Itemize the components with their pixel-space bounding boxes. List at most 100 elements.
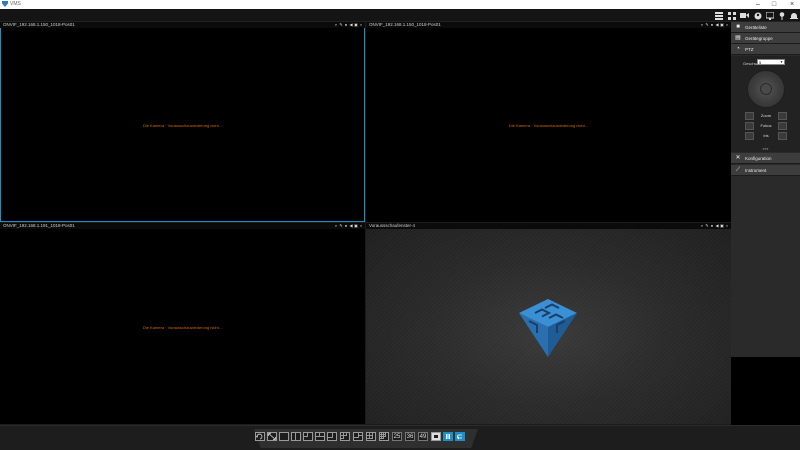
app-logo-icon: [2, 1, 8, 7]
layout-8-button[interactable]: [353, 432, 363, 441]
pane-header: ONVIF_192.168.1.191_1018-Pos01 ⌕ ✎ ● ◀ ▣…: [0, 223, 365, 229]
close-icon[interactable]: ×: [786, 0, 798, 9]
layout-36-button[interactable]: 36: [405, 432, 415, 441]
pane-tools: ⌕ ✎ ● ◀ ▣ ×: [700, 223, 729, 229]
back-icon[interactable]: [455, 432, 465, 441]
video-pane-1[interactable]: ONVIF_192.168.1.150_1018-Pos01 ⌕ ✎ ● ◀ ▣…: [0, 22, 365, 222]
pane-header: ONVIF_192.168.1.150_1018-Pos01 ⌕ ✎ ● ◀ ▣…: [366, 22, 731, 28]
layout-9-button[interactable]: [366, 432, 376, 441]
layout-25-button[interactable]: 25: [392, 432, 402, 441]
pause-icon[interactable]: [443, 432, 453, 441]
ptz-center-button[interactable]: [760, 83, 772, 95]
wrench-icon: ✕: [735, 155, 741, 161]
pane-title: ONVIF_192.168.1.150_1018-Pos01: [3, 22, 75, 27]
layout-6-button[interactable]: [340, 432, 350, 441]
maximize-icon[interactable]: □: [768, 0, 780, 9]
audio-icon[interactable]: ◀: [349, 223, 353, 229]
search-icon[interactable]: ⌕: [700, 223, 704, 229]
video-pane-2[interactable]: ONVIF_192.168.1.150_1018-Pos01 ⌕ ✎ ● ◀ ▣…: [366, 22, 731, 222]
search-icon[interactable]: ⌕: [334, 22, 338, 28]
search-icon[interactable]: ⌕: [334, 223, 338, 229]
chevron-down-icon: ▼: [780, 60, 783, 64]
speed-select[interactable]: 5 ▼: [757, 59, 785, 65]
pane-tools: ⌕ ✎ ● ◀ ▣ ×: [334, 223, 363, 229]
layout-grid-icon[interactable]: [727, 11, 736, 20]
layout-5-button[interactable]: [327, 432, 337, 441]
ptz-more-label[interactable]: PTZ: [731, 147, 800, 151]
pane-header: Voraussschaufenster-4 ⌕ ✎ ● ◀ ▣ ×: [366, 223, 731, 229]
camera-icon: ■: [736, 24, 740, 30]
custom-layout-icon[interactable]: [431, 432, 441, 441]
iris-close-button[interactable]: [745, 132, 754, 140]
main-toolbar: [0, 9, 800, 22]
brand-logo-icon: [519, 299, 577, 357]
layout-list-icon[interactable]: [714, 11, 723, 20]
pane-title: ONVIF_192.168.1.191_1018-Pos01: [3, 223, 75, 228]
layout-2-button[interactable]: [291, 432, 301, 441]
record-icon[interactable]: ●: [710, 223, 714, 229]
bottom-layout-bar: 25 36 49: [0, 425, 800, 450]
sidebar-item-instrument[interactable]: ⟋ Instrument: [731, 165, 800, 176]
layout-16-button[interactable]: [379, 432, 389, 441]
tool-icon: ⟋: [735, 167, 741, 173]
snapshot-icon[interactable]: ▣: [354, 22, 358, 28]
record-icon[interactable]: ●: [710, 22, 714, 28]
zoom-out-button[interactable]: [745, 112, 754, 120]
edit-icon[interactable]: ✎: [339, 223, 343, 229]
pane-title: ONVIF_192.168.1.150_1018-Pos01: [369, 22, 441, 27]
record-icon[interactable]: ●: [344, 22, 348, 28]
video-pane-4[interactable]: Voraussschaufenster-4 ⌕ ✎ ● ◀ ▣ ×: [366, 223, 731, 424]
pane-message: Die Kamera · Vorausschauwiederung nicht.…: [142, 325, 223, 330]
focus-far-button[interactable]: [778, 122, 787, 130]
sidebar-item-device-group[interactable]: ▤ Gerätegruppe: [731, 33, 800, 44]
sidebar-item-device-list[interactable]: ■ Geräteliste: [731, 22, 800, 33]
snapshot-icon[interactable]: ▣: [720, 22, 724, 28]
focus-row: Fokus: [745, 122, 787, 130]
zoom-in-button[interactable]: [778, 112, 787, 120]
audio-icon[interactable]: ◀: [715, 223, 719, 229]
minimize-icon[interactable]: –: [752, 0, 764, 9]
edit-icon[interactable]: ✎: [705, 223, 709, 229]
ptz-control-panel: Geschw. 5 ▼ Zoom Fokus Iris PTZ: [731, 56, 800, 152]
panel-empty-area: [731, 357, 800, 425]
user-icon[interactable]: [753, 11, 762, 20]
monitor-icon[interactable]: [765, 11, 774, 20]
close-icon[interactable]: ×: [725, 22, 729, 28]
pane-tools: ⌕ ✎ ● ◀ ▣ ×: [700, 22, 729, 28]
window-title-bar: VMS – □ ×: [0, 0, 800, 9]
group-icon: ▤: [735, 35, 741, 41]
iris-open-button[interactable]: [778, 132, 787, 140]
close-icon[interactable]: ×: [725, 223, 729, 229]
pane-header: ONVIF_192.168.1.150_1018-Pos01 ⌕ ✎ ● ◀ ▣…: [0, 22, 365, 28]
video-pane-3[interactable]: ONVIF_192.168.1.191_1018-Pos01 ⌕ ✎ ● ◀ ▣…: [0, 223, 365, 424]
right-panel: ■ Geräteliste ▤ Gerätegruppe ◔ PTZ Gesch…: [731, 22, 800, 357]
window-title: VMS: [10, 1, 21, 7]
search-icon[interactable]: ⌕: [700, 22, 704, 28]
layout-49-button[interactable]: 49: [418, 432, 428, 441]
ptz-direction-pad[interactable]: [747, 70, 785, 108]
sidebar-item-configuration[interactable]: ✕ Konfiguration: [731, 153, 800, 164]
rotate-icon[interactable]: [255, 432, 265, 441]
sidebar-item-ptz[interactable]: ◔ PTZ: [731, 44, 800, 55]
audio-icon[interactable]: ◀: [715, 22, 719, 28]
audio-icon[interactable]: ◀: [349, 22, 353, 28]
snapshot-icon[interactable]: ▣: [720, 223, 724, 229]
edit-icon[interactable]: ✎: [705, 22, 709, 28]
record-icon[interactable]: ●: [344, 223, 348, 229]
pane-message: Die Kamera · Vorausschauwiederung nicht.…: [142, 123, 223, 128]
fullscreen-icon[interactable]: [267, 432, 277, 441]
layout-4-button[interactable]: [315, 432, 325, 441]
focus-near-button[interactable]: [745, 122, 754, 130]
close-icon[interactable]: ×: [359, 22, 363, 28]
pin-icon[interactable]: [777, 11, 786, 20]
edit-icon[interactable]: ✎: [339, 22, 343, 28]
pane-title: Voraussschaufenster-4: [369, 223, 416, 228]
iris-row: Iris: [745, 132, 787, 140]
close-icon[interactable]: ×: [359, 223, 363, 229]
layout-1-button[interactable]: [279, 432, 289, 441]
ptz-icon: ◔: [736, 46, 740, 52]
camera-icon[interactable]: [740, 11, 749, 20]
snapshot-icon[interactable]: ▣: [354, 223, 358, 229]
alarm-icon[interactable]: [789, 11, 798, 20]
layout-3-button[interactable]: [303, 432, 313, 441]
